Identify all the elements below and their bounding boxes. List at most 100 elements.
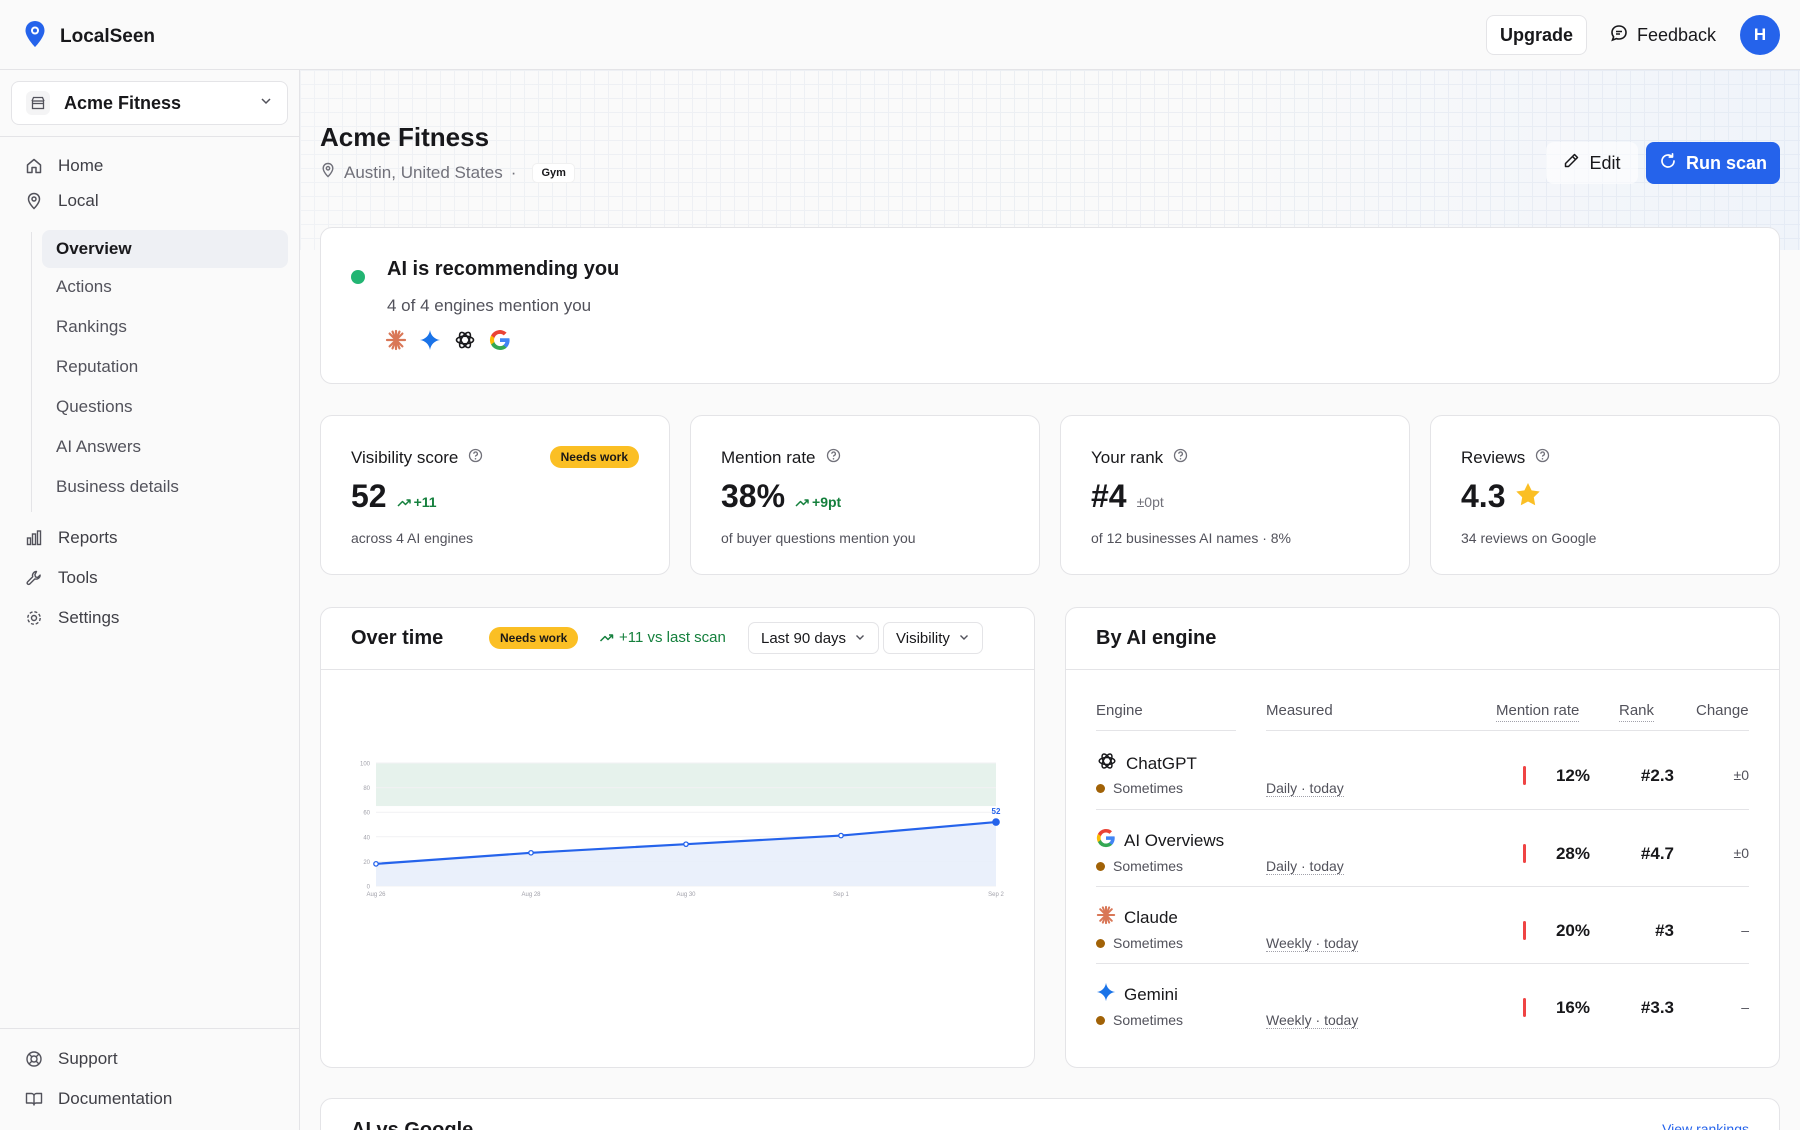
y-tick-label: 20 (363, 860, 370, 866)
pencil-icon (1563, 152, 1580, 174)
subnav-rankings[interactable]: Rankings (42, 308, 288, 346)
kpi-subtitle: 34 reviews on Google (1461, 530, 1597, 546)
feedback-button[interactable]: Feedback (1610, 15, 1716, 55)
frequency-dot (1096, 861, 1105, 871)
nav-settings[interactable]: Settings (24, 601, 119, 635)
view-rankings-link[interactable]: View rankings (1662, 1121, 1749, 1130)
kpi-value-number: 38% (721, 478, 786, 514)
kpi-mention-card: Mention rate 38% +9pt of buyer questions… (690, 415, 1040, 575)
kpi-reviews-card: Reviews 4.3 34 reviews on Google (1430, 415, 1780, 575)
card-title: AI vs Google (351, 1119, 474, 1130)
subnav-overview[interactable]: Overview (42, 230, 288, 268)
nav-reports[interactable]: Reports (24, 521, 118, 555)
kpi-subtitle: of buyer questions mention you (721, 530, 916, 546)
engine-name-text: Claude (1124, 907, 1178, 927)
engine-name-text: ChatGPT (1126, 753, 1197, 773)
help-icon[interactable] (826, 448, 841, 468)
x-tick-label: Sep 1 (833, 892, 849, 898)
location-line: Austin, United States · Gym (320, 162, 575, 183)
engine-name: AI Overviews (1096, 828, 1224, 853)
header-underline (1266, 730, 1749, 731)
upgrade-button[interactable]: Upgrade (1486, 15, 1587, 55)
change: – (1741, 999, 1749, 1015)
chatgpt-icon (1096, 750, 1118, 777)
data-point (528, 849, 534, 856)
table-row[interactable]: ChatGPT Sometimes Daily · today 12% #2.3… (1096, 732, 1749, 809)
engine-frequency: Sometimes (1096, 935, 1183, 951)
book-icon (24, 1089, 44, 1109)
nav-home[interactable]: Home (24, 149, 103, 183)
nav-label: Reports (58, 528, 118, 547)
engine-name: Gemini (1096, 982, 1178, 1007)
nav-label: Documentation (58, 1089, 173, 1108)
subnav-reputation[interactable]: Reputation (42, 348, 288, 386)
engine-name: ChatGPT (1096, 750, 1197, 777)
mention-rate: 28% (1555, 844, 1590, 863)
frequency-dot (1096, 1015, 1105, 1025)
table-row[interactable]: Claude Sometimes Weekly · today 20% #3 – (1096, 886, 1749, 963)
subnav-ai-answers[interactable]: AI Answers (42, 428, 288, 466)
business-name: Acme Fitness (64, 92, 182, 113)
edit-button[interactable]: Edit (1546, 142, 1638, 184)
subnav-business-details[interactable]: Business details (42, 468, 288, 506)
y-tick-label: 80 (363, 786, 370, 792)
subnav-questions[interactable]: Questions (42, 388, 288, 426)
visibility-chart: 0 20 40 60 80 100 52 Aug 26 Aug 28 Aug 30 Sep 1 Sep… (360, 762, 1005, 899)
nav-support[interactable]: Support (24, 1042, 118, 1076)
claude-icon (385, 329, 407, 356)
rank: #2.3 (1640, 766, 1674, 785)
data-point (373, 861, 379, 867)
column-header-rate[interactable]: Mention rate (1496, 702, 1580, 722)
location-text: Austin, United States (344, 162, 503, 182)
help-icon[interactable] (1535, 448, 1550, 468)
home-icon (24, 156, 44, 176)
column-header-rank[interactable]: Rank (1619, 702, 1655, 722)
kpi-title: Your rank (1091, 448, 1188, 468)
kpi-value-number: 4.3 (1461, 478, 1506, 514)
data-point (992, 818, 1000, 826)
separator: · (510, 162, 517, 182)
bar-chart-icon (24, 528, 44, 548)
business-selector[interactable]: Acme Fitness (11, 81, 288, 125)
nav-tools[interactable]: Tools (24, 561, 98, 595)
app-logo[interactable]: LocalSeen (24, 20, 155, 53)
sidebar: Acme Fitness Home Local Overview Actions… (0, 70, 300, 1130)
table-row[interactable]: AI Overviews Sometimes Daily · today 28%… (1096, 809, 1749, 886)
category-tag: Gym (532, 162, 575, 183)
status-badge: Needs work (549, 446, 639, 468)
recommendation-title: AI is recommending you (387, 258, 620, 280)
mention-rate: 16% (1555, 998, 1590, 1017)
engine-frequency: Sometimes (1096, 780, 1183, 796)
table-row[interactable]: Gemini Sometimes Weekly · today 16% #3.3… (1096, 963, 1749, 1040)
divider (0, 1028, 299, 1029)
engine-frequency: Sometimes (1096, 1012, 1183, 1028)
recommendation-card: AI is recommending you 4 of 4 engines me… (320, 227, 1780, 384)
nav-label: Home (58, 156, 104, 175)
engine-name-text: Gemini (1124, 984, 1178, 1004)
nav-local[interactable]: Local (24, 184, 99, 218)
kpi-delta-text: +11 (413, 494, 437, 510)
divider (0, 136, 299, 137)
subnav-actions[interactable]: Actions (42, 268, 288, 306)
help-icon[interactable] (468, 448, 483, 468)
nav-documentation[interactable]: Documentation (24, 1082, 172, 1116)
rank: #3.3 (1640, 998, 1674, 1017)
help-icon[interactable] (1173, 448, 1188, 468)
nav-label: Local (58, 191, 99, 210)
engine-name: Claude (1096, 905, 1178, 930)
run-scan-button[interactable]: Run scan (1646, 142, 1780, 184)
rate-bar (1523, 766, 1526, 785)
series-area (376, 822, 996, 886)
column-header-engine: Engine (1096, 702, 1143, 719)
rate-bar (1523, 844, 1526, 863)
avatar[interactable]: H (1740, 15, 1780, 55)
frequency-dot (1096, 938, 1105, 948)
edit-label: Edit (1589, 152, 1621, 173)
rate-bar (1523, 921, 1526, 940)
kpi-delta-text: +9pt (812, 494, 842, 510)
kpi-title-text: Mention rate (721, 448, 816, 467)
gemini-icon (419, 329, 441, 356)
kpi-title: Mention rate (721, 448, 841, 468)
kpi-value-number: #4 (1091, 478, 1127, 514)
x-tick-label: Sep 2 (988, 892, 1004, 898)
